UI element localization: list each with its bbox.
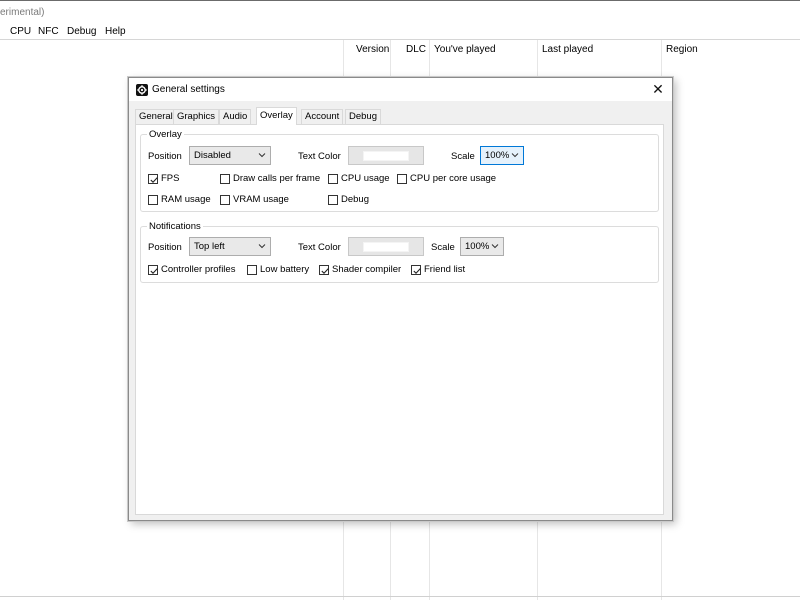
column-version[interactable]: Version — [356, 44, 389, 55]
checkbox-unchecked-icon — [247, 265, 257, 275]
column-you-played[interactable]: You've played — [434, 44, 496, 55]
overlay-position-value: Disabled — [194, 150, 231, 161]
checkbox-label: CPU usage — [341, 173, 390, 184]
checkbox-label: CPU per core usage — [410, 173, 497, 184]
notifications-scale-value: 100% — [465, 241, 490, 252]
notifications-group-title: Notifications — [147, 221, 203, 232]
checkbox-label: Low battery — [260, 264, 310, 275]
overlay-text-color-button[interactable] — [348, 146, 424, 165]
checkbox-unchecked-icon — [148, 195, 158, 205]
tab-debug[interactable]: Debug — [345, 109, 381, 124]
checkbox-label: Draw calls per frame — [233, 173, 321, 184]
checkbox-checked-icon — [148, 174, 158, 184]
tab-audio[interactable]: Audio — [219, 109, 252, 124]
checkbox-checked-icon — [319, 265, 329, 275]
chevron-down-icon — [511, 153, 519, 158]
checkbox-checked-icon — [148, 265, 158, 275]
checkbox-label: Friend list — [424, 264, 466, 275]
color-swatch — [363, 151, 409, 161]
checkbox-label: FPS — [161, 173, 180, 184]
column-region[interactable]: Region — [666, 44, 698, 55]
checkbox-unchecked-icon — [328, 174, 338, 184]
column-last-played[interactable]: Last played — [542, 44, 593, 55]
notifications-scale-select[interactable]: 100% — [460, 237, 504, 256]
overlay-group-title: Overlay — [147, 129, 184, 140]
overlay-position-label: Position — [148, 151, 182, 162]
overlay-scale-value: 100% — [485, 150, 510, 161]
notifications-position-label: Position — [148, 242, 182, 253]
dialog-title: General settings — [152, 84, 225, 95]
color-swatch — [363, 242, 409, 252]
notifications-text-color-button[interactable] — [348, 237, 424, 256]
overlay-scale-select[interactable]: 100% — [480, 146, 524, 165]
checkbox-label: VRAM usage — [233, 194, 289, 205]
status-divider — [0, 596, 800, 597]
notifications-position-value: Top left — [194, 241, 225, 252]
menu-help[interactable]: Help — [105, 26, 126, 37]
menu-cpu[interactable]: CPU — [10, 26, 31, 37]
window-title: erimental) — [0, 7, 45, 18]
game-list-header: Version DLC You've played Last played Re… — [0, 40, 800, 61]
general-settings-dialog: General settings ✕ General Graphics Audi… — [128, 77, 673, 521]
checkbox-unchecked-icon — [220, 174, 230, 184]
overlay-tab-panel: Overlay Position Disabled Text Color Sca… — [135, 124, 664, 515]
menu-debug[interactable]: Debug — [67, 26, 96, 37]
checkbox-label: Controller profiles — [161, 264, 236, 275]
checkbox-label: RAM usage — [161, 194, 211, 205]
close-button[interactable]: ✕ — [650, 81, 666, 97]
menu-nfc[interactable]: NFC — [38, 26, 59, 37]
overlay-text-color-label: Text Color — [298, 151, 341, 162]
menu-bar: CPU NFC Debug Help — [0, 22, 800, 40]
tab-general[interactable]: General — [135, 109, 177, 124]
overlay-scale-label: Scale — [451, 151, 475, 162]
tab-graphics[interactable]: Graphics — [173, 109, 220, 124]
gear-icon — [136, 84, 148, 96]
chevron-down-icon — [258, 244, 266, 249]
chevron-down-icon — [491, 244, 499, 249]
notifications-scale-label: Scale — [431, 242, 455, 253]
overlay-group: Overlay Position Disabled Text Color Sca… — [140, 129, 659, 212]
dialog-title-bar[interactable]: General settings ✕ — [129, 78, 672, 101]
tab-overlay[interactable]: Overlay — [256, 107, 297, 125]
notifications-group: Notifications Position Top left Text Col… — [140, 221, 659, 283]
tab-account[interactable]: Account — [301, 109, 344, 124]
checkbox-label: Shader compiler — [332, 264, 402, 275]
main-title-bar: erimental) — [0, 0, 800, 22]
notifications-position-select[interactable]: Top left — [189, 237, 271, 256]
notifications-text-color-label: Text Color — [298, 242, 341, 253]
chevron-down-icon — [258, 153, 266, 158]
checkbox-unchecked-icon — [397, 174, 407, 184]
checkbox-label: Debug — [341, 194, 369, 205]
checkbox-checked-icon — [411, 265, 421, 275]
checkbox-unchecked-icon — [328, 195, 338, 205]
column-dlc[interactable]: DLC — [406, 44, 426, 55]
overlay-position-select[interactable]: Disabled — [189, 146, 271, 165]
checkbox-unchecked-icon — [220, 195, 230, 205]
